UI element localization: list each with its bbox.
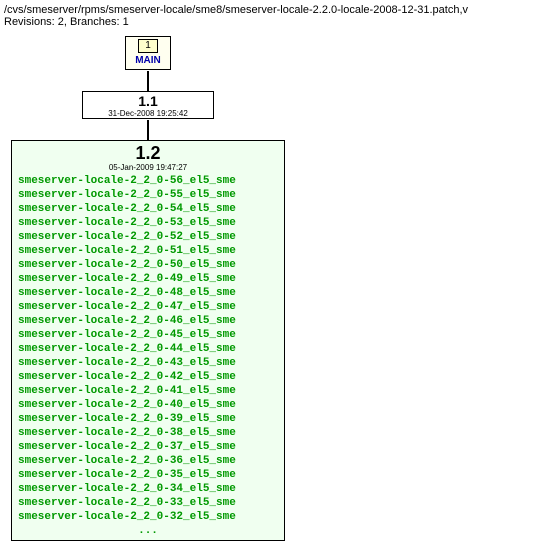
tag-item: smeserver-locale-2_2_0-38_el5_sme	[18, 426, 278, 440]
tag-item: smeserver-locale-2_2_0-49_el5_sme	[18, 272, 278, 286]
file-path: /cvs/smeserver/rpms/smeserver-locale/sme…	[4, 4, 556, 16]
tag-item: smeserver-locale-2_2_0-40_el5_sme	[18, 398, 278, 412]
revision-summary: Revisions: 2, Branches: 1	[4, 16, 556, 28]
tag-list: smeserver-locale-2_2_0-56_el5_smesmeserv…	[12, 174, 284, 524]
revision-date: 05-Jan-2009 19:47:27	[12, 163, 284, 172]
tag-item: smeserver-locale-2_2_0-35_el5_sme	[18, 468, 278, 482]
revision-version: 1.2	[12, 143, 284, 163]
tag-item: smeserver-locale-2_2_0-36_el5_sme	[18, 454, 278, 468]
tag-item: smeserver-locale-2_2_0-47_el5_sme	[18, 300, 278, 314]
tag-item: smeserver-locale-2_2_0-41_el5_sme	[18, 384, 278, 398]
tag-item: smeserver-locale-2_2_0-32_el5_sme	[18, 510, 278, 524]
tag-item: smeserver-locale-2_2_0-55_el5_sme	[18, 188, 278, 202]
tag-item: smeserver-locale-2_2_0-50_el5_sme	[18, 258, 278, 272]
tag-item: smeserver-locale-2_2_0-56_el5_sme	[18, 174, 278, 188]
tag-item: smeserver-locale-2_2_0-52_el5_sme	[18, 230, 278, 244]
branch-name: MAIN	[126, 55, 170, 66]
connector	[147, 71, 149, 91]
tag-item: smeserver-locale-2_2_0-39_el5_sme	[18, 412, 278, 426]
tag-item: smeserver-locale-2_2_0-37_el5_sme	[18, 440, 278, 454]
tag-item: smeserver-locale-2_2_0-33_el5_sme	[18, 496, 278, 510]
tag-item: smeserver-locale-2_2_0-51_el5_sme	[18, 244, 278, 258]
branch-number-label: 1	[138, 39, 158, 53]
connector	[147, 120, 149, 140]
revision-date: 31-Dec-2008 19:25:42	[83, 109, 213, 118]
branch-node: 1 MAIN	[125, 36, 171, 70]
revision-node-1-2: 1.2 05-Jan-2009 19:47:27 smeserver-local…	[11, 140, 285, 541]
tag-item: smeserver-locale-2_2_0-34_el5_sme	[18, 482, 278, 496]
tag-item: smeserver-locale-2_2_0-54_el5_sme	[18, 202, 278, 216]
tag-item: smeserver-locale-2_2_0-53_el5_sme	[18, 216, 278, 230]
ellipsis-icon: ...	[12, 524, 284, 538]
tag-item: smeserver-locale-2_2_0-48_el5_sme	[18, 286, 278, 300]
tag-item: smeserver-locale-2_2_0-45_el5_sme	[18, 328, 278, 342]
tag-item: smeserver-locale-2_2_0-44_el5_sme	[18, 342, 278, 356]
tag-item: smeserver-locale-2_2_0-42_el5_sme	[18, 370, 278, 384]
tag-item: smeserver-locale-2_2_0-46_el5_sme	[18, 314, 278, 328]
tag-item: smeserver-locale-2_2_0-43_el5_sme	[18, 356, 278, 370]
revision-node-1-1: 1.1 31-Dec-2008 19:25:42	[82, 91, 214, 119]
revision-version: 1.1	[83, 93, 213, 109]
